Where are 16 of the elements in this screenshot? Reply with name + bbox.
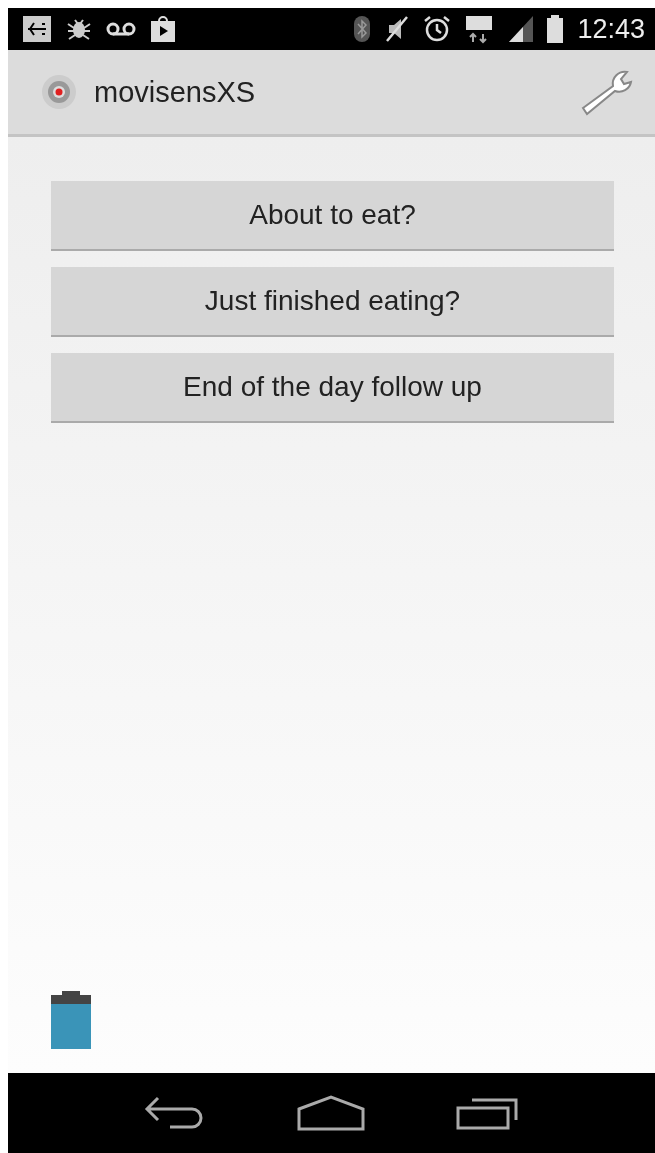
bluetooth-icon — [353, 15, 372, 43]
survey-button[interactable]: About to eat? — [51, 181, 614, 251]
muted-speaker-icon — [385, 15, 410, 43]
battery-icon — [547, 15, 564, 43]
battery-icon — [51, 991, 91, 1049]
usb-icon — [22, 15, 52, 43]
home-icon[interactable] — [296, 1095, 365, 1131]
survey-button[interactable]: End of the day follow up — [51, 353, 614, 423]
clock-time: 12:43 — [577, 13, 645, 45]
survey-button[interactable]: Just finished eating? — [51, 267, 614, 337]
alarm-clock-icon — [423, 15, 452, 43]
signal-icon — [509, 16, 534, 42]
recent-apps-icon[interactable] — [455, 1096, 520, 1130]
voicemail-icon — [106, 21, 136, 37]
shopping-bag-icon — [150, 15, 176, 43]
app-title: movisensXS — [94, 75, 256, 109]
